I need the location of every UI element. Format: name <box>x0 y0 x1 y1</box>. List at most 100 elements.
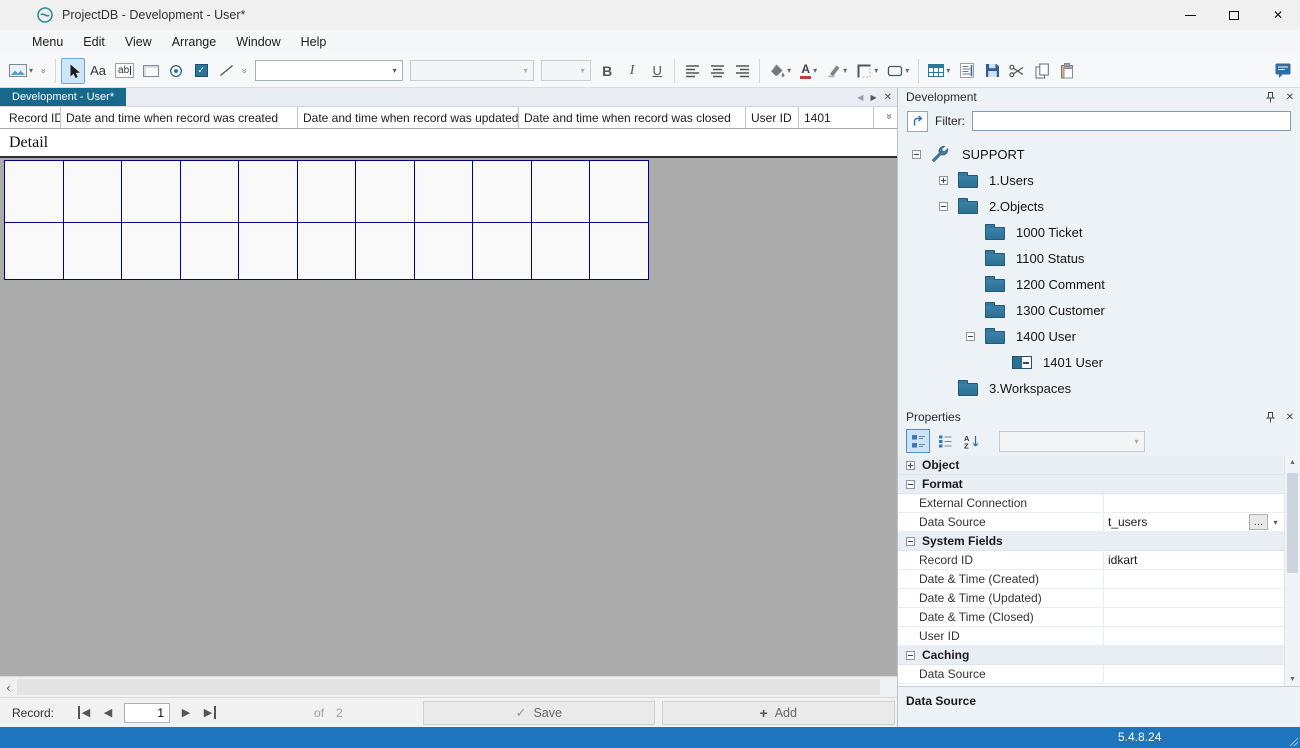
underline-button[interactable]: U <box>645 58 669 84</box>
property-category-format[interactable]: Format <box>898 475 1284 494</box>
menu-item-arrange[interactable]: Arrange <box>162 32 226 52</box>
label-tool-button[interactable]: Aa <box>86 58 110 84</box>
line-tool-button[interactable] <box>214 58 238 84</box>
property-value[interactable] <box>1104 494 1284 512</box>
detail-band-header[interactable]: Detail <box>0 129 897 158</box>
menu-item-help[interactable]: Help <box>291 32 337 52</box>
tab-development-user[interactable]: Development - User* <box>0 88 126 106</box>
design-grid-cell[interactable] <box>473 223 532 280</box>
tree-item-1-users[interactable]: 1.Users <box>898 167 1300 193</box>
field-header-user-id[interactable]: User ID <box>746 107 799 128</box>
font-style-combo[interactable]: ▾ <box>410 60 534 81</box>
tree-item-2-objects[interactable]: 2.Objects <box>898 193 1300 219</box>
insert-picture-button[interactable]: ▾ <box>5 58 37 84</box>
fill-color-button[interactable]: ▾ <box>765 58 795 84</box>
textbox-tool-button[interactable]: ab <box>111 58 138 84</box>
bold-button[interactable]: B <box>595 58 619 84</box>
locate-object-button[interactable] <box>907 111 928 132</box>
scroll-down-icon[interactable]: ▼ <box>1285 676 1300 683</box>
field-header-date-and-time-when-record-was-updated[interactable]: Date and time when record was updated <box>298 107 519 128</box>
tab-scroll-left-icon[interactable]: ◀ <box>857 93 863 102</box>
collapse-icon[interactable] <box>912 150 921 159</box>
font-size-combo[interactable]: ▾ <box>541 60 591 81</box>
tree-item-1400-user[interactable]: 1400 User <box>898 323 1300 349</box>
tree-item-3-workspaces[interactable]: 3.Workspaces <box>898 375 1300 401</box>
property-row-data-source[interactable]: Data Source <box>898 665 1284 684</box>
tab-close-icon[interactable]: ✕ <box>884 92 892 103</box>
list-view-button[interactable] <box>933 429 957 453</box>
design-grid-cell[interactable] <box>5 161 64 223</box>
font-color-button[interactable]: A ▾ <box>796 58 821 84</box>
pin-icon[interactable] <box>1266 412 1275 423</box>
align-center-button[interactable] <box>705 58 729 84</box>
categorized-view-button[interactable] <box>906 429 930 453</box>
design-grid-cell[interactable] <box>298 161 357 223</box>
hscroll-thumb[interactable] <box>17 679 880 695</box>
property-row-record-id[interactable]: Record IDidkart <box>898 551 1284 570</box>
save-button[interactable] <box>980 58 1004 84</box>
property-category-caching[interactable]: Caching <box>898 646 1284 665</box>
index-list-button[interactable] <box>955 58 979 84</box>
design-grid-cell[interactable] <box>356 161 415 223</box>
property-row-data-source[interactable]: Data Sourcet_users…▾ <box>898 513 1284 532</box>
design-grid-cell[interactable] <box>590 161 649 223</box>
copy-button[interactable] <box>1030 58 1054 84</box>
scroll-left-icon[interactable]: ‹ <box>0 681 17 694</box>
menu-item-view[interactable]: View <box>115 32 162 52</box>
property-value[interactable] <box>1104 589 1284 607</box>
border-style-button[interactable]: ▾ <box>852 58 882 84</box>
tree-item-1000-ticket[interactable]: 1000 Ticket <box>898 219 1300 245</box>
horizontal-scrollbar[interactable]: ‹ › <box>0 676 897 697</box>
property-row-date-time-created[interactable]: Date & Time (Created) <box>898 570 1284 589</box>
pointer-tool-button[interactable] <box>61 58 85 84</box>
design-grid-cell[interactable] <box>356 223 415 280</box>
expand-icon[interactable] <box>939 176 948 185</box>
filter-input[interactable] <box>972 111 1291 131</box>
property-value[interactable] <box>1104 665 1284 683</box>
tab-scroll-right-icon[interactable]: ▶ <box>870 93 876 102</box>
maximize-button[interactable] <box>1212 0 1256 30</box>
collapse-icon[interactable] <box>906 480 915 489</box>
align-right-button[interactable] <box>730 58 754 84</box>
notes-button[interactable] <box>1271 58 1295 84</box>
design-grid-cell[interactable] <box>5 223 64 280</box>
align-left-button[interactable] <box>680 58 704 84</box>
menu-item-edit[interactable]: Edit <box>73 32 115 52</box>
close-button[interactable]: ✕ <box>1256 0 1300 30</box>
insert-table-button[interactable]: ▾ <box>924 58 954 84</box>
design-grid-cell[interactable] <box>590 223 649 280</box>
collapse-icon[interactable] <box>939 202 948 211</box>
pin-icon[interactable] <box>1266 92 1275 103</box>
property-value[interactable]: t_users…▾ <box>1104 513 1284 531</box>
design-grid-cell[interactable] <box>473 161 532 223</box>
tree-item-support[interactable]: SUPPORT <box>898 141 1300 167</box>
tree-item-1100-status[interactable]: 1100 Status <box>898 245 1300 271</box>
next-record-button[interactable]: ▶ <box>174 702 198 724</box>
vscroll-thumb[interactable] <box>1287 473 1298 573</box>
sort-alphabetical-button[interactable]: AZ <box>960 429 984 453</box>
record-number-input[interactable] <box>124 703 170 723</box>
collapse-icon[interactable] <box>906 537 915 546</box>
design-grid-cell[interactable] <box>239 161 298 223</box>
design-grid-cell[interactable] <box>122 161 181 223</box>
close-panel-icon[interactable]: ✕ <box>1286 412 1294 423</box>
highlight-color-button[interactable]: ▾ <box>822 58 851 84</box>
property-row-date-time-updated[interactable]: Date & Time (Updated) <box>898 589 1284 608</box>
design-grid-cell[interactable] <box>298 223 357 280</box>
design-grid-cell[interactable] <box>181 223 240 280</box>
tools-overflow-icon[interactable]: » <box>240 65 250 77</box>
design-grid-cell[interactable] <box>415 161 474 223</box>
expand-icon[interactable] <box>906 461 915 470</box>
property-row-external-connection[interactable]: External Connection <box>898 494 1284 513</box>
property-value[interactable] <box>1104 627 1284 645</box>
toolbar-overflow-icon[interactable]: » <box>39 65 49 77</box>
menu-item-window[interactable]: Window <box>226 32 290 52</box>
design-grid-cell[interactable] <box>64 223 123 280</box>
field-header-date-and-time-when-record-was-created[interactable]: Date and time when record was created <box>61 107 298 128</box>
shape-tool-button[interactable]: ▾ <box>883 58 913 84</box>
property-category-system-fields[interactable]: System Fields <box>898 532 1284 551</box>
property-value[interactable] <box>1104 570 1284 588</box>
design-grid-cell[interactable] <box>415 223 474 280</box>
property-row-user-id[interactable]: User ID <box>898 627 1284 646</box>
property-object-combo[interactable]: ▾ <box>999 431 1145 452</box>
